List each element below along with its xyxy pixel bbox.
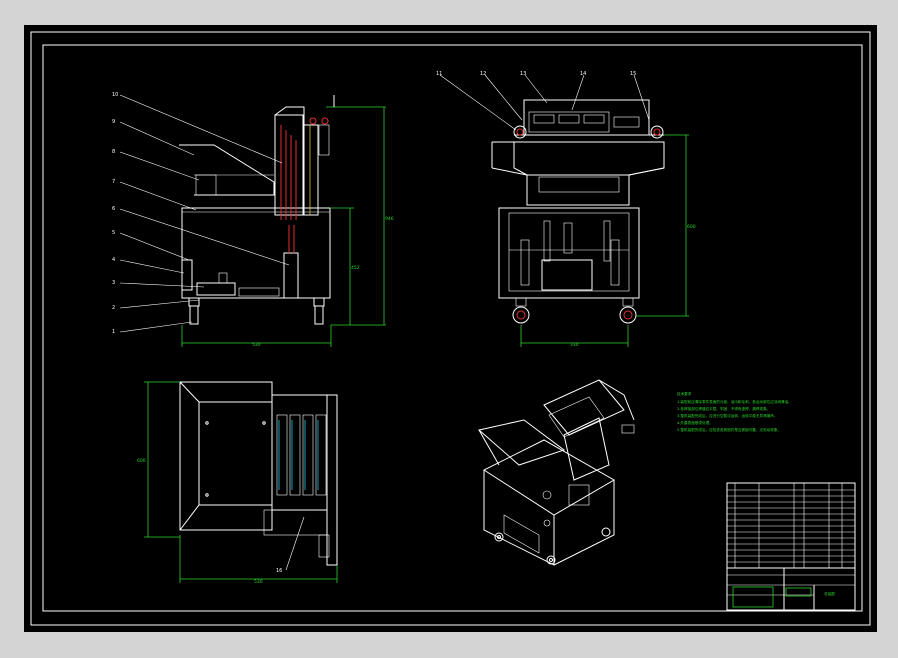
svg-text:530: 530: [254, 579, 263, 585]
plan-view-part-labels: 16: [276, 568, 282, 574]
outer-frame: [30, 31, 871, 626]
svg-text:946: 946: [385, 216, 394, 222]
part-label: 13: [520, 71, 526, 77]
front-view: 330 600: [439, 74, 696, 348]
part-label: 1: [112, 329, 115, 335]
technical-notes: 技术要求 1.装配前应清除零件表面的污垢、油污和毛刺，各运动部位应涂润滑油。 2…: [677, 391, 792, 432]
note-line: 2.各焊接部位焊缝应平整、牢固，不得有虚焊、漏焊现象。: [677, 406, 770, 411]
note-line: 4.外露表面喷漆处理。: [677, 420, 713, 425]
title-block: 总装图: [726, 482, 856, 611]
notes-title: 技术要求: [677, 391, 692, 396]
side-view: 530 452 946: [119, 94, 394, 348]
plan-view: 600 530: [137, 381, 338, 585]
part-label: 15: [630, 71, 636, 77]
svg-text:330: 330: [570, 342, 579, 348]
note-line: 1.装配前应清除零件表面的污垢、油污和毛刺，各运动部位应涂润滑油。: [677, 399, 792, 404]
note-line: 5.整机装配完成后，应检查各紧固件是否紧固可靠，无松动现象。: [677, 427, 781, 432]
svg-text:600: 600: [137, 458, 146, 464]
part-label: 9: [112, 119, 115, 125]
part-label: 16: [276, 568, 282, 574]
part-label: 8: [112, 149, 115, 155]
part-label: 4: [112, 257, 115, 263]
note-line: 3.整机装配完成后，应进行空载试运转，运转平稳无异常噪声。: [677, 413, 777, 418]
part-label: 5: [112, 230, 115, 236]
cad-drawing: 530 452 946 10 9 8 7 6 5 4 3 2 1 330 600…: [30, 31, 871, 626]
front-view-part-labels: 11 12 13 14 15: [436, 71, 636, 77]
svg-text:530: 530: [252, 342, 261, 348]
part-label: 14: [580, 71, 586, 77]
part-label: 3: [112, 280, 115, 286]
svg-text:600: 600: [687, 224, 696, 230]
drawing-name: 总装图: [824, 591, 835, 596]
part-label: 12: [480, 71, 486, 77]
part-label: 7: [112, 179, 115, 185]
part-label: 6: [112, 206, 115, 212]
side-view-part-labels: 10 9 8 7 6 5 4 3 2 1: [112, 92, 118, 335]
drawing-sheet: 530 452 946 10 9 8 7 6 5 4 3 2 1 330 600…: [24, 25, 877, 632]
svg-text:452: 452: [351, 265, 360, 271]
part-label: 11: [436, 71, 442, 77]
part-label: 2: [112, 305, 115, 311]
part-label: 10: [112, 92, 118, 98]
isometric-view: [477, 379, 635, 566]
